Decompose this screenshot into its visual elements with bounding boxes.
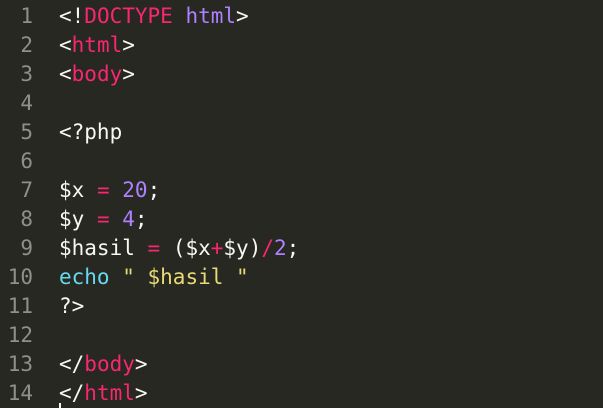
line-number: 9	[20, 236, 33, 260]
code-token: </	[59, 381, 85, 405]
code-line[interactable]: 5 <?php	[0, 118, 603, 147]
code-token: html	[185, 4, 237, 28]
code-token: 2	[274, 236, 287, 260]
code-token: $y)	[223, 236, 262, 260]
code-line[interactable]: 9 $hasil = ($x+$y)/2;	[0, 234, 603, 263]
code-line[interactable]: 4	[0, 89, 603, 118]
code-line[interactable]: 13 </body>	[0, 350, 603, 379]
code-text: </body>	[59, 350, 148, 379]
code-line[interactable]: 8 $y = 4;	[0, 205, 603, 234]
code-token: ;	[134, 207, 148, 231]
line-number: 3	[20, 62, 33, 86]
line-number: 8	[20, 207, 33, 231]
code-token: </	[59, 352, 85, 376]
code-line[interactable]: 10 echo " $hasil "	[0, 263, 603, 292]
code-text: echo " $hasil "	[59, 263, 249, 292]
line-number: 13	[7, 352, 33, 376]
line-number: 2	[20, 33, 33, 57]
code-token: =	[147, 236, 161, 260]
code-text: $hasil = ($x+$y)/2;	[59, 234, 299, 263]
code-token: <?php	[59, 120, 123, 144]
code-text: <body>	[59, 60, 135, 89]
code-token: <	[59, 62, 72, 86]
code-line[interactable]: 12	[0, 321, 603, 350]
code-token: $y	[59, 207, 85, 231]
code-token: ($x	[160, 236, 211, 260]
code-token: <!	[59, 4, 85, 28]
code-text: $x = 20;	[59, 176, 160, 205]
code-token: ?>	[59, 294, 85, 318]
code-token: DOCTYPE	[84, 4, 173, 28]
code-text: <?php	[59, 118, 122, 147]
code-token: /	[261, 236, 274, 260]
code-token: body	[84, 352, 135, 376]
code-text: $y = 4;	[59, 205, 148, 234]
code-line[interactable]: 3 <body>	[0, 60, 603, 89]
code-token: echo	[59, 265, 110, 289]
line-number: 1	[20, 4, 33, 28]
code-token: +	[210, 236, 224, 260]
code-line[interactable]: 2 <html>	[0, 31, 603, 60]
code-line[interactable]: 14 </html>	[0, 379, 603, 408]
code-token: html	[84, 381, 135, 405]
code-token: html	[71, 33, 123, 57]
code-token: =	[96, 178, 110, 202]
code-text: ?>	[59, 292, 84, 321]
code-text: <!DOCTYPE html>	[59, 2, 249, 31]
code-editor[interactable]: 1 <!DOCTYPE html> 2 <html> 3 <body> 4 5 <?php 6 7 $…	[0, 0, 603, 408]
code-token: >	[122, 62, 135, 86]
code-token: =	[96, 207, 110, 231]
code-token: ;	[147, 178, 161, 202]
code-token: $x	[59, 178, 85, 202]
code-text: </html>	[59, 379, 148, 408]
code-token: 20	[122, 178, 148, 202]
code-token: 4	[122, 207, 135, 231]
code-line[interactable]: 7 $x = 20;	[0, 176, 603, 205]
line-number: 4	[20, 91, 33, 115]
code-line[interactable]: 11 ?>	[0, 292, 603, 321]
code-token: body	[71, 62, 123, 86]
text-cursor	[59, 403, 61, 408]
line-number: 14	[7, 381, 33, 405]
line-number: 7	[20, 178, 33, 202]
code-token: $hasil	[59, 236, 135, 260]
line-number: 10	[7, 265, 33, 289]
code-token: >	[134, 352, 148, 376]
code-token: " $hasil "	[122, 265, 249, 289]
code-token: >	[236, 4, 249, 28]
line-number: 5	[20, 120, 33, 144]
code-line[interactable]: 1 <!DOCTYPE html>	[0, 2, 603, 31]
code-token: >	[134, 381, 148, 405]
line-number: 12	[7, 323, 33, 347]
line-number: 11	[7, 294, 33, 318]
code-token: >	[122, 33, 135, 57]
line-number: 6	[20, 149, 33, 173]
code-token: ;	[286, 236, 300, 260]
code-line[interactable]: 6	[0, 147, 603, 176]
code-token: <	[59, 33, 72, 57]
code-text: <html>	[59, 31, 135, 60]
